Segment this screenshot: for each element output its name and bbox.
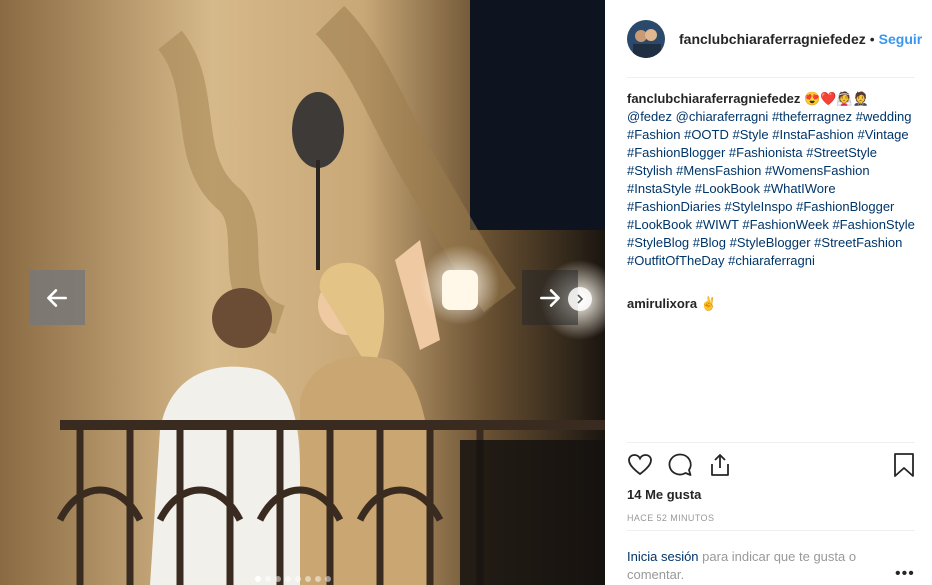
post-actions bbox=[627, 452, 917, 480]
post-header: fanclubchiaraferragniefedez • Seguir bbox=[627, 18, 922, 60]
comment: amirulixora ✌ bbox=[627, 295, 717, 313]
username[interactable]: fanclubchiaraferragniefedez bbox=[679, 31, 866, 47]
post-photo bbox=[0, 0, 605, 585]
follow-button[interactable]: Seguir bbox=[879, 31, 923, 47]
arrow-left-icon bbox=[47, 288, 67, 307]
like-button[interactable] bbox=[627, 452, 653, 478]
carousel-dot bbox=[315, 576, 321, 582]
separator: • bbox=[869, 31, 875, 47]
carousel-dot bbox=[255, 576, 261, 582]
comment-button[interactable] bbox=[667, 452, 693, 478]
login-link[interactable]: Inicia sesión bbox=[627, 549, 699, 564]
header-divider bbox=[627, 77, 915, 78]
more-options-button[interactable]: ••• bbox=[895, 565, 915, 583]
caption-username[interactable]: fanclubchiaraferragniefedez bbox=[627, 91, 800, 106]
post-caption: fanclubchiaraferragniefedez 😍❤️👰🤵 @fedez… bbox=[627, 90, 917, 270]
likes-count[interactable]: 14 Me gusta bbox=[627, 487, 701, 502]
carousel-dot bbox=[325, 576, 331, 582]
post-media bbox=[0, 0, 605, 585]
bookmark-icon bbox=[894, 453, 914, 477]
carousel-dot bbox=[265, 576, 271, 582]
caption-mention[interactable]: @chiaraferragni bbox=[676, 109, 769, 124]
comment-text: ✌ bbox=[700, 296, 717, 311]
actions-divider bbox=[627, 442, 915, 443]
caption-hashtags[interactable]: #theferragnez #wedding #Fashion #OOTD #S… bbox=[627, 109, 915, 268]
carousel-dot bbox=[295, 576, 301, 582]
carousel-dot bbox=[305, 576, 311, 582]
chevron-right-icon bbox=[577, 294, 584, 304]
carousel-next-chevron[interactable] bbox=[568, 287, 592, 311]
comment-username[interactable]: amirulixora bbox=[627, 296, 697, 311]
previous-button[interactable] bbox=[29, 270, 85, 325]
heart-icon bbox=[628, 454, 652, 476]
carousel-dots bbox=[255, 576, 331, 582]
login-prompt: Inicia sesión para indicar que te gusta … bbox=[627, 548, 887, 584]
carousel-dot bbox=[285, 576, 291, 582]
comment-icon bbox=[668, 453, 692, 476]
post-time: HACE 52 MINUTOS bbox=[627, 513, 715, 523]
caption-emoji: 😍❤️👰🤵 bbox=[804, 91, 869, 106]
post-sidebar: fanclubchiaraferragniefedez • Seguir fan… bbox=[605, 0, 932, 585]
caption-mention[interactable]: @fedez bbox=[627, 109, 672, 124]
save-button[interactable] bbox=[891, 452, 917, 478]
carousel-dot bbox=[275, 576, 281, 582]
arrow-right-icon bbox=[540, 288, 560, 307]
avatar[interactable] bbox=[627, 20, 665, 58]
share-icon bbox=[711, 454, 729, 476]
share-button[interactable] bbox=[707, 452, 733, 478]
login-divider bbox=[627, 530, 915, 531]
